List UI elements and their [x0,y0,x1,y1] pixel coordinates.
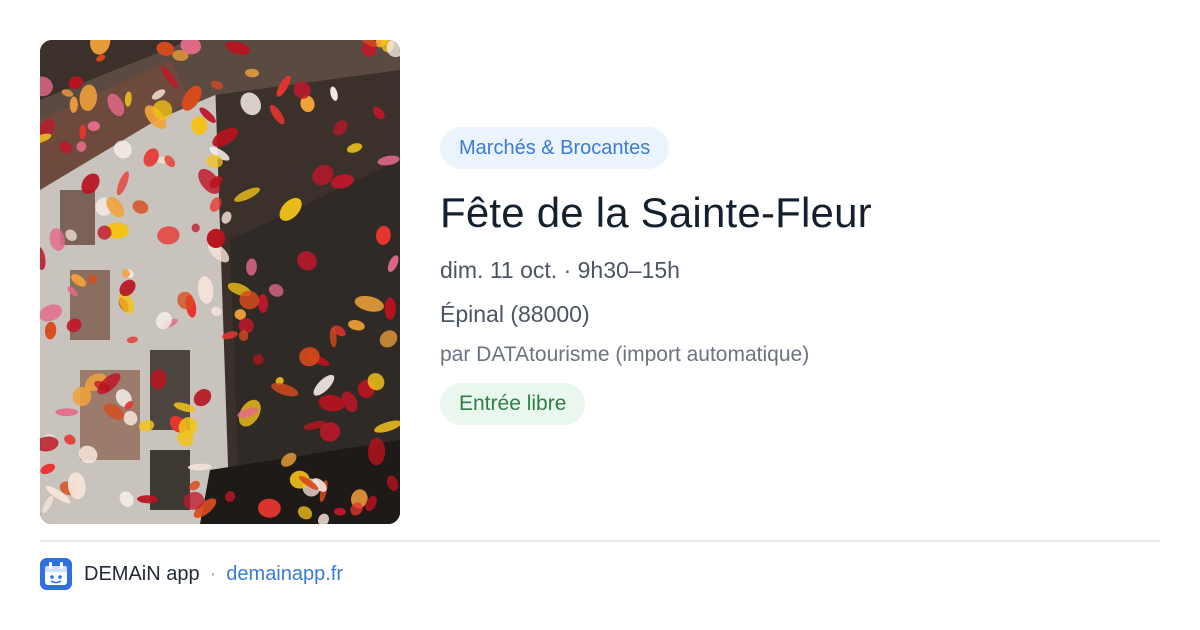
event-date: dim. 11 oct. · 9h30–15h [440,257,680,283]
event-title[interactable]: Fête de la Sainte-Fleur [440,187,1160,239]
footer: DEMAiN app · demainapp.fr [40,558,343,590]
event-share-card: Marchés & Brocantes Fête de la Sainte-Fl… [0,0,1200,630]
app-url-link[interactable]: demainapp.fr [226,563,343,586]
footer-divider [40,540,1160,542]
flower-petals-photo [40,40,400,524]
demain-calendar-logo-icon [40,558,72,590]
app-name: DEMAiN app [84,562,200,585]
petal [384,297,396,320]
event-location: Épinal (88000) [440,301,590,327]
event-source: par DATAtourisme (import automatique) [440,343,810,366]
category-badge[interactable]: Marchés & Brocantes [440,127,670,169]
event-info: Marchés & Brocantes Fête de la Sainte-Fl… [440,127,1160,425]
price-badge: Entrée libre [440,383,586,425]
footer-separator: · [209,562,217,585]
event-photo[interactable] [40,40,400,524]
petal [55,408,78,417]
